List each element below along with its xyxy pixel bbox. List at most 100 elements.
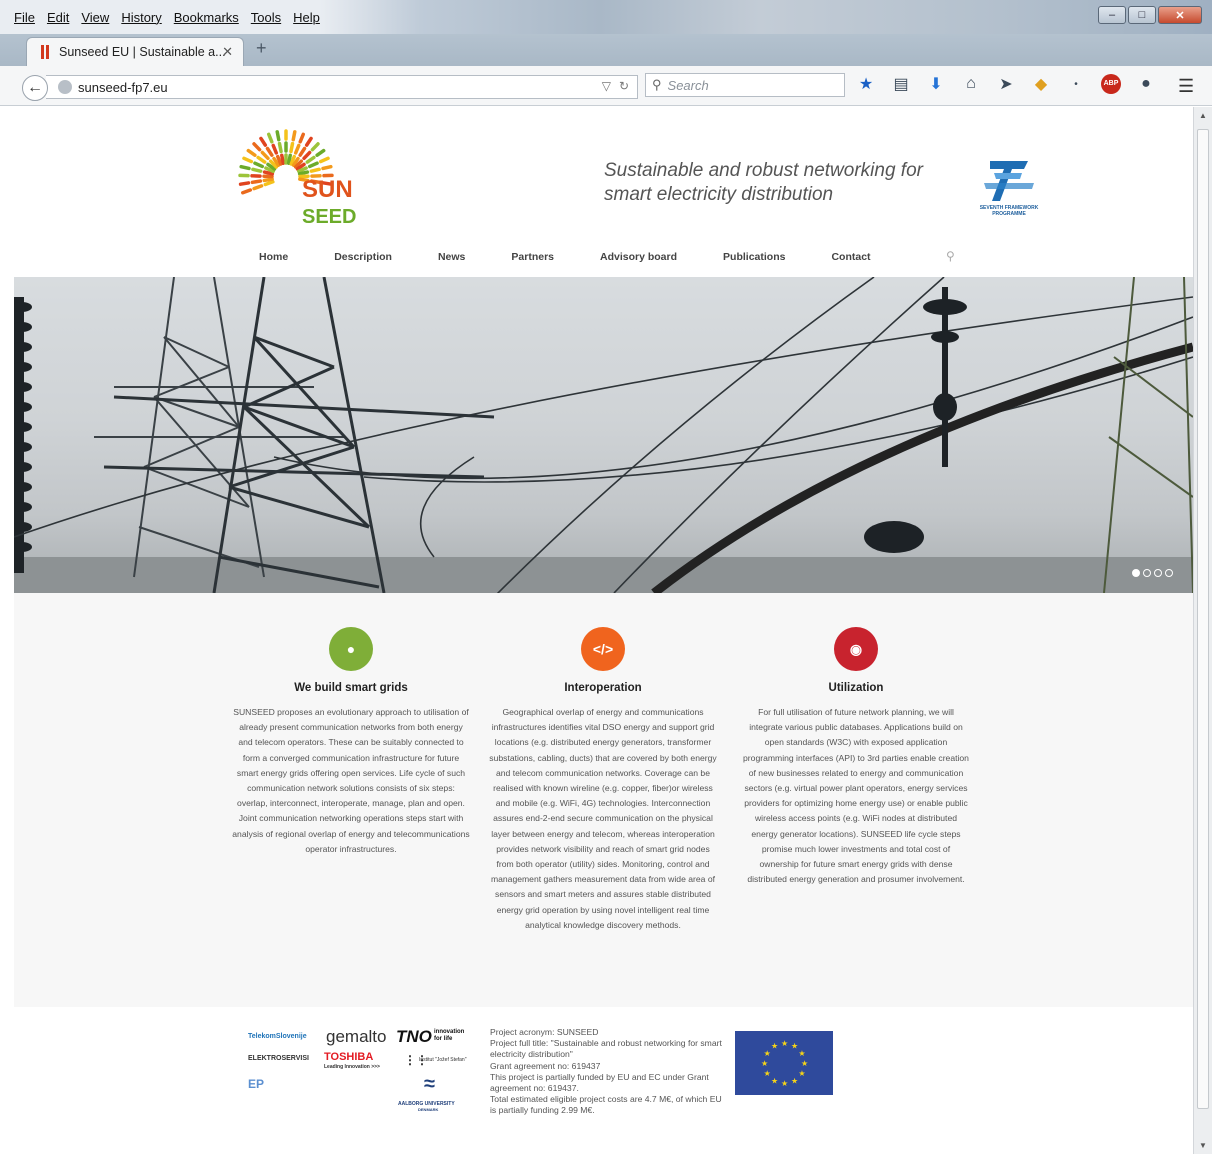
nav-description[interactable]: Description	[334, 251, 392, 263]
title-bar: File Edit View History Bookmarks Tools H…	[0, 0, 1212, 34]
toshiba-logo[interactable]: TOSHIBA	[324, 1051, 373, 1063]
nav-contact[interactable]: Contact	[831, 251, 870, 263]
nav-home[interactable]: Home	[259, 251, 288, 263]
svg-text:★: ★	[798, 1069, 805, 1078]
url-bar[interactable]: sunseed-fp7.eu ▽ ↻	[46, 75, 638, 99]
reading-list-icon[interactable]: ▤	[891, 74, 911, 94]
feature-text: SUNSEED proposes an evolutionary approac…	[232, 707, 470, 854]
home-icon[interactable]: ⌂	[961, 75, 981, 93]
feature-interoperation: </> Interoperation Geographical overlap …	[488, 627, 718, 933]
scroll-thumb[interactable]	[1197, 129, 1209, 1109]
footer: TelekomSlovenije gemalto TNO innovation …	[14, 1007, 1193, 1154]
gemalto-logo[interactable]: gemalto	[326, 1027, 386, 1047]
tab-sunseed[interactable]: Sunseed EU | Sustainable a... ✕	[26, 37, 244, 66]
tagline-line-1: Sustainable and robust networking for	[604, 160, 923, 181]
dropdown-arrow-icon[interactable]: ▽	[602, 79, 611, 93]
tno-tagline: innovation for life	[434, 1029, 465, 1042]
code-icon: </>	[581, 627, 625, 671]
feature-utilization: ◉ Utilization For full utilisation of fu…	[742, 627, 970, 887]
scroll-down-icon[interactable]: ▼	[1199, 1141, 1207, 1150]
menu-view[interactable]: View	[81, 10, 109, 25]
slider-dot-3[interactable]	[1154, 569, 1162, 577]
menu-help[interactable]: Help	[293, 10, 320, 25]
close-window-button[interactable]: ✕	[1158, 6, 1202, 24]
menu-hamburger-icon[interactable]: ☰	[1178, 76, 1194, 97]
nav-publications[interactable]: Publications	[723, 251, 785, 263]
send-icon[interactable]: ➤	[996, 74, 1016, 94]
eu-flag-icon: ★★★★★★★★★ ★ ★★	[735, 1031, 833, 1095]
bookmark-star-icon[interactable]: ★	[856, 74, 876, 94]
project-acronym: Project acronym: SUNSEED	[490, 1027, 599, 1037]
feature-title: Utilization	[828, 682, 884, 694]
menu-file[interactable]: File	[14, 10, 35, 25]
eye-icon: ◉	[834, 627, 878, 671]
reload-icon[interactable]: ↻	[619, 79, 629, 93]
search-input[interactable]: ⚲ Search	[645, 73, 845, 97]
download-icon[interactable]: ⬇	[926, 74, 946, 94]
site-search-icon[interactable]: ⚲	[946, 249, 955, 263]
hero-slider[interactable]	[14, 277, 1193, 593]
magnifier-icon: ⚲	[652, 77, 662, 92]
svg-text:★: ★	[764, 1049, 771, 1058]
tno-logo[interactable]: TNO	[396, 1027, 432, 1047]
window-controls: – □ ✕	[1098, 6, 1202, 24]
slider-dot-2[interactable]	[1143, 569, 1151, 577]
vertical-scrollbar[interactable]: ▲ ▼	[1193, 107, 1212, 1154]
nav-news[interactable]: News	[438, 251, 465, 263]
logo-seed-text: SEED	[302, 206, 356, 228]
svg-text:★: ★	[791, 1042, 798, 1051]
menu-bookmarks[interactable]: Bookmarks	[174, 10, 239, 25]
features-section: ● We build smart grids SUNSEED proposes …	[14, 593, 1193, 1007]
toshiba-tagline: Leading Innovation >>>	[324, 1064, 380, 1070]
nav-partners[interactable]: Partners	[511, 251, 554, 263]
sunseed-favicon-icon	[41, 45, 49, 59]
menu-edit[interactable]: Edit	[47, 10, 69, 25]
aau-wave-icon: ≈	[424, 1073, 435, 1095]
tagline-line-2: smart electricity distribution	[604, 184, 834, 205]
scroll-up-icon[interactable]: ▲	[1199, 111, 1207, 120]
feature-text: For full utilisation of future network p…	[743, 707, 969, 885]
chat-icon[interactable]: ●	[1136, 75, 1156, 93]
project-info: Project acronym: SUNSEED Project full ti…	[490, 1027, 726, 1117]
toolbar-icons: ★ ▤ ⬇ ⌂ ➤ ◆ • ABP ●	[856, 74, 1156, 94]
nav-advisory-board[interactable]: Advisory board	[600, 251, 677, 263]
ijs-logo[interactable]: Institut "Jožef Stefan"	[419, 1057, 466, 1063]
power-lines-photo	[14, 277, 1193, 593]
slider-dot-1[interactable]	[1132, 569, 1140, 577]
back-button[interactable]: ←	[22, 75, 48, 101]
extension-icon[interactable]: ◆	[1031, 74, 1051, 94]
globe-icon	[58, 80, 72, 94]
new-tab-icon[interactable]: +	[256, 38, 267, 59]
sunseed-logo[interactable]: SUN SEED	[236, 115, 358, 233]
ep-logo[interactable]: EP	[248, 1077, 264, 1091]
elektroservisi-logo[interactable]: ELEKTROSERVISI	[248, 1055, 309, 1062]
close-tab-icon[interactable]: ✕	[222, 44, 233, 60]
browser-window: File Edit View History Bookmarks Tools H…	[0, 0, 1212, 1154]
funding-note: This project is partially funded by EU a…	[490, 1071, 709, 1094]
telekom-logo[interactable]: TelekomSlovenije	[248, 1033, 307, 1040]
partner-logos: TelekomSlovenije gemalto TNO innovation …	[244, 1025, 474, 1135]
menu-tools[interactable]: Tools	[251, 10, 281, 25]
maximize-button[interactable]: □	[1128, 6, 1156, 24]
url-text: sunseed-fp7.eu	[78, 79, 168, 95]
menu-history[interactable]: History	[121, 10, 161, 25]
slider-dot-4[interactable]	[1165, 569, 1173, 577]
project-full-title: Project full title: "Sustainable and rob…	[490, 1038, 722, 1060]
svg-text:★: ★	[764, 1069, 771, 1078]
web-page: SUN SEED Sustainable and robust networki…	[14, 107, 1193, 1154]
site-tagline: Sustainable and robust networking for sm…	[604, 159, 964, 207]
fp7-logo[interactable]: SEVENTH FRAMEWORK PROGRAMME	[974, 157, 1044, 217]
feature-title: Interoperation	[564, 682, 642, 694]
svg-text:★: ★	[781, 1079, 788, 1088]
globe-icon: ●	[329, 627, 373, 671]
fp7-caption: SEVENTH FRAMEWORK PROGRAMME	[979, 205, 1039, 217]
tab-title: Sunseed EU | Sustainable a...	[59, 45, 226, 59]
logo-sun-text: SUN	[302, 176, 353, 203]
minimize-button[interactable]: –	[1098, 6, 1126, 24]
feature-title: We build smart grids	[294, 682, 408, 694]
separator-dot: •	[1074, 78, 1078, 90]
grant-agreement: Grant agreement no: 619437	[490, 1060, 601, 1071]
feature-text: Geographical overlap of energy and commu…	[489, 707, 717, 930]
svg-text:★: ★	[771, 1042, 778, 1051]
adblock-icon[interactable]: ABP	[1101, 74, 1121, 94]
